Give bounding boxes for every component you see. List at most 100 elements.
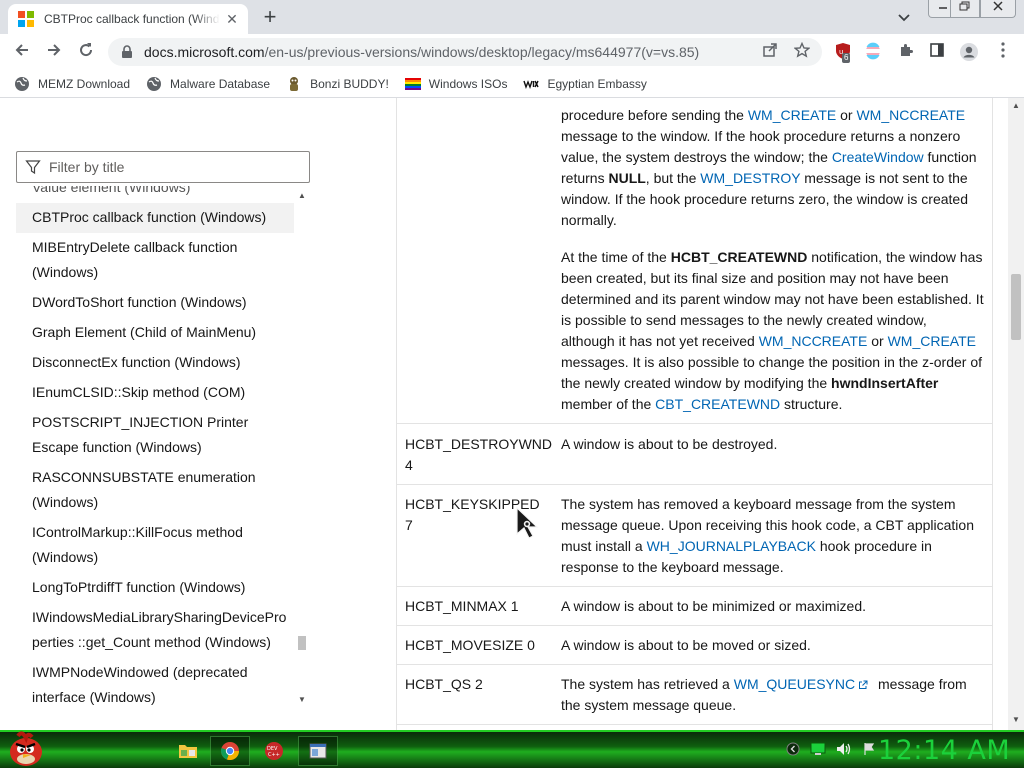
toc-item[interactable]: IEnumCLSID::Skip method (COM)	[16, 378, 294, 408]
taskbar-file-explorer[interactable]	[168, 736, 208, 766]
text: structure.	[780, 396, 843, 412]
filter-input[interactable]	[49, 159, 299, 175]
toc-scrollbar[interactable]: ▲ ▼	[296, 190, 308, 706]
bookmark-label: Bonzi BUDDY!	[310, 76, 389, 91]
wm-create-link[interactable]: WM_CREATE	[888, 333, 976, 349]
wm-create-link[interactable]: WM_CREATE	[748, 107, 836, 123]
share-icon[interactable]	[760, 42, 780, 62]
window-close-button[interactable]	[980, 0, 1016, 18]
lock-icon[interactable]	[120, 45, 134, 59]
table-cell-description: A window is about to be minimized or max…	[553, 587, 992, 625]
bookmark-bonzi-buddy[interactable]: Bonzi BUDDY!	[286, 76, 389, 92]
url-path: /en-us/previous-versions/windows/desktop…	[264, 44, 700, 60]
toc-item-selected[interactable]: CBTProc callback function (Windows)	[16, 203, 294, 233]
createwnd-paragraph-2: At the time of the HCBT_CREATEWND notifi…	[561, 247, 984, 415]
taskbar-clock[interactable]: 12:14 AM	[878, 734, 1010, 768]
rainbow-flag-icon	[404, 77, 421, 90]
page-scrollbar[interactable]: ▲ ▼	[1008, 98, 1024, 730]
bookmark-egyptian-embassy[interactable]: Egyptian Embassy	[523, 76, 647, 92]
text: member of the	[561, 396, 656, 412]
toc-item[interactable]: Value element (Windows)	[16, 186, 294, 203]
toc-item[interactable]: LongToPtrdiffT function (Windows)	[16, 573, 294, 603]
table-cell-name: HCBT_DESTROYWND 4	[397, 424, 553, 484]
back-button[interactable]	[10, 40, 34, 64]
hook-code-name: HCBT_MINMAX	[405, 598, 507, 614]
external-link-icon	[859, 680, 868, 690]
filter-funnel-icon	[25, 160, 41, 175]
globe-icon	[15, 76, 29, 91]
tab-close-icon[interactable]: ✕	[224, 11, 240, 27]
taskbar-devcpp[interactable]: DEV C++	[254, 736, 294, 766]
hook-code-value: 0	[527, 637, 535, 653]
table-row: HCBT_DESTROYWND 4 A window is about to be…	[397, 424, 992, 485]
wm-destroy-link[interactable]: WM_DESTROY	[700, 170, 800, 186]
hook-code-value: 2	[475, 676, 483, 692]
bookmark-label: MEMZ Download	[38, 76, 131, 91]
hook-code-value: 1	[510, 598, 519, 614]
toc-item[interactable]: MIBEntryDelete callback function (Window…	[16, 233, 294, 288]
cbt-createwnd-link[interactable]: CBT_CREATEWND	[655, 396, 780, 412]
taskbar-window-app[interactable]	[298, 736, 338, 766]
wm-nccreate-link[interactable]: WM_NCCREATE	[759, 333, 868, 349]
description-text: A window is about to be destroyed.	[561, 436, 778, 452]
mouse-cursor-icon	[516, 506, 539, 539]
scroll-down-arrow-icon[interactable]: ▼	[296, 694, 308, 706]
wm-queuesync-link[interactable]: WM_QUEUESYNC	[734, 676, 855, 692]
toc-item[interactable]: IWindowsMediaLibrarySharingDevicePropert…	[16, 603, 294, 658]
browser-tab[interactable]: CBTProc callback function (Windows) ✕	[8, 4, 248, 34]
window-restore-button[interactable]	[950, 0, 980, 18]
tray-arrow-icon[interactable]	[786, 742, 800, 756]
ublock-extension-icon[interactable]: u 6	[832, 42, 854, 64]
table-cell-description: The system has removed a keyboard messag…	[553, 485, 992, 586]
wh-journalplayback-link[interactable]: WH_JOURNALPLAYBACK	[647, 538, 816, 554]
menu-kebab-icon[interactable]	[992, 42, 1014, 64]
filter-box[interactable]	[16, 151, 310, 183]
side-panel-icon[interactable]	[926, 42, 948, 64]
volume-icon[interactable]	[836, 742, 852, 756]
taskbar-chrome[interactable]	[210, 736, 250, 766]
dev-cpp-icon: DEVC++	[265, 742, 283, 760]
network-icon[interactable]	[810, 742, 826, 756]
forward-button[interactable]	[42, 40, 66, 64]
toc-item[interactable]: IControlMarkup::KillFocus method (Window…	[16, 518, 294, 573]
tab-title: CBTProc callback function (Windows)	[44, 12, 220, 26]
table-row: HCBT_KEYSKIPPED 7 The system has removed…	[397, 485, 992, 587]
createwindow-link[interactable]: CreateWindow	[832, 149, 924, 165]
scroll-up-arrow-icon[interactable]: ▲	[1008, 98, 1024, 114]
url-text[interactable]: docs.microsoft.com/en-us/previous-versio…	[144, 44, 699, 60]
toc-item[interactable]: RASCONNSUBSTATE enumeration (Windows)	[16, 463, 294, 518]
microsoft-logo-icon	[18, 11, 34, 27]
description-text: A window is about to be moved or sized.	[561, 637, 811, 653]
toc-item[interactable]: IWMPNodeWindowed (deprecated interface (…	[16, 658, 294, 706]
extensions-puzzle-icon[interactable]	[895, 42, 917, 64]
bookmark-label: Egyptian Embassy	[547, 76, 647, 91]
browser-toolbar: docs.microsoft.com/en-us/previous-versio…	[0, 34, 1024, 70]
bookmark-windows-isos[interactable]: Windows ISOs	[404, 76, 507, 92]
new-tab-button[interactable]: +	[258, 6, 282, 30]
tab-search-chevron-icon[interactable]	[894, 8, 914, 28]
toc-item[interactable]: Graph Element (Child of MainMenu)	[16, 318, 294, 348]
hook-code-name: HCBT_DESTROYWND	[405, 436, 553, 452]
reload-button[interactable]	[74, 40, 98, 64]
profile-avatar-icon[interactable]	[958, 42, 980, 64]
url-domain: docs.microsoft.com	[144, 44, 265, 60]
bookmark-memz-download[interactable]: MEMZ Download	[14, 76, 130, 92]
toc-item[interactable]: POSTSCRIPT_INJECTION Printer Escape func…	[16, 408, 294, 463]
bookmark-malware-database[interactable]: Malware Database	[146, 76, 270, 92]
toc-item[interactable]: DisconnectEx function (Windows)	[16, 348, 294, 378]
wm-nccreate-link[interactable]: WM_NCCREATE	[856, 107, 965, 123]
pride-extension-icon[interactable]	[862, 42, 884, 64]
scroll-up-arrow-icon[interactable]: ▲	[296, 190, 308, 202]
text: or	[867, 333, 888, 349]
window-app-icon	[309, 743, 327, 759]
description-text: A window is about to be minimized or max…	[561, 598, 867, 614]
scroll-down-arrow-icon[interactable]: ▼	[1008, 712, 1024, 728]
start-button[interactable]	[6, 728, 46, 768]
notification-flag-icon[interactable]	[862, 742, 876, 756]
toc-scroll-thumb[interactable]	[298, 636, 306, 650]
address-bar[interactable]: docs.microsoft.com/en-us/previous-versio…	[108, 38, 822, 66]
page-scroll-thumb[interactable]	[1011, 274, 1021, 340]
tab-strip: CBTProc callback function (Windows) ✕ +	[0, 0, 1024, 34]
bookmark-star-icon[interactable]	[792, 41, 812, 62]
toc-item[interactable]: DWordToShort function (Windows)	[16, 288, 294, 318]
